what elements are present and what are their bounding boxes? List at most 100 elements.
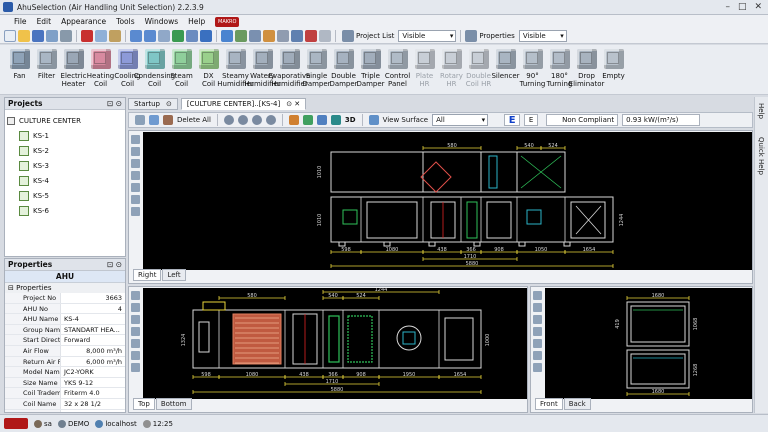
info-icon[interactable]: [319, 29, 331, 42]
property-value[interactable]: JC2-YORK: [61, 367, 125, 377]
pointer-icon[interactable]: [532, 291, 542, 300]
pan-icon[interactable]: [130, 147, 140, 156]
component-electric-heater-button[interactable]: Electric Heater: [60, 45, 87, 94]
panel-pin-icon[interactable]: ⊡ ⊙: [107, 259, 122, 270]
minimize-button[interactable]: –: [725, 2, 730, 12]
property-value[interactable]: YKS 9-12: [61, 378, 125, 388]
component-empty-button[interactable]: Empty: [600, 45, 627, 94]
new-icon[interactable]: [4, 29, 16, 42]
tree-item-ks-6[interactable]: KS-6: [5, 203, 125, 218]
reset-view-icon[interactable]: [130, 207, 140, 216]
component-rotary-hr-button[interactable]: Rotary HR: [438, 45, 465, 94]
view-tab-right[interactable]: Right: [133, 269, 162, 281]
properties-combo[interactable]: Visible: [518, 29, 567, 42]
chart-icon[interactable]: [263, 29, 275, 42]
tree-item-ks-1[interactable]: KS-1: [5, 128, 125, 143]
tree-item-ks-4[interactable]: KS-4: [5, 173, 125, 188]
pointer-icon[interactable]: [130, 135, 140, 144]
zoom-out-icon[interactable]: [130, 171, 140, 180]
paste-icon[interactable]: [109, 29, 121, 42]
component-heating-coil-button[interactable]: Heating Coil: [87, 45, 114, 94]
property-row[interactable]: Size Name YKS 9-12: [5, 377, 125, 389]
copy-icon[interactable]: [95, 29, 107, 42]
property-value[interactable]: 4: [61, 304, 125, 314]
rotate-right-icon[interactable]: [237, 115, 248, 125]
property-row[interactable]: Project No 3663: [5, 293, 125, 304]
property-row[interactable]: Coil Name 32 x 28 1/2: [5, 398, 125, 410]
property-row[interactable]: Start DirectioForward: [5, 335, 125, 346]
component-90-turning-button[interactable]: 90° Turning: [519, 45, 546, 94]
tree-item-ks-2[interactable]: KS-2: [5, 143, 125, 158]
export-icon[interactable]: [149, 115, 159, 125]
zoom-out-icon[interactable]: [130, 327, 140, 336]
property-row[interactable]: AHU No 4: [5, 303, 125, 315]
3d-button[interactable]: 3D: [345, 116, 356, 124]
property-row[interactable]: Coil TrademaFriterm 4.0: [5, 388, 125, 399]
report-icon[interactable]: [288, 115, 299, 125]
zoom-window-icon[interactable]: [532, 339, 542, 348]
help-tab[interactable]: Help: [757, 103, 765, 119]
view-tab-front[interactable]: Front: [535, 398, 563, 410]
side-view-canvas[interactable]: 580 540 524 1010 1010 1244 598 1080 438 366 908 105…: [143, 132, 752, 270]
zoom-extents-icon[interactable]: [130, 195, 140, 204]
property-row[interactable]: Return Air Fl 6,000 m³/h: [5, 356, 125, 368]
menu-file[interactable]: File: [14, 17, 27, 26]
component-silencer-button[interactable]: Silencer: [491, 45, 520, 94]
property-row[interactable]: Air Flow 8,000 m³/h: [5, 345, 125, 357]
component-condensing-coil-button[interactable]: Condensing Coil: [134, 45, 175, 94]
component-filter-button[interactable]: Filter: [33, 45, 60, 94]
property-value[interactable]: Friterm 4.0: [61, 388, 125, 398]
flip-icon[interactable]: [251, 115, 262, 125]
view-tab-back[interactable]: Back: [563, 398, 591, 410]
window-icon[interactable]: [291, 29, 303, 42]
menu-tools[interactable]: Tools: [116, 17, 134, 26]
component-evaporative-humidifier-button[interactable]: Evaporative Humidifier: [269, 45, 310, 94]
zoom-extents-icon[interactable]: [130, 351, 140, 360]
doc-tab-close-icon[interactable]: ⊙ ✕: [286, 99, 300, 109]
view-tab-bottom[interactable]: Bottom: [155, 398, 192, 410]
component-double-coil-hr-button[interactable]: Double Coil HR: [465, 45, 492, 94]
panel-pin-icon[interactable]: ⊡ ⊙: [107, 98, 122, 109]
maximize-button[interactable]: □: [738, 2, 747, 12]
zoom-in-icon[interactable]: [130, 159, 140, 168]
options-icon[interactable]: [277, 29, 289, 42]
exit-icon[interactable]: [305, 29, 317, 42]
property-value[interactable]: STANDART HEA...: [61, 325, 125, 335]
reset-view-icon[interactable]: [130, 363, 140, 372]
property-row[interactable]: AHU Name KS-4: [5, 314, 125, 325]
front-view-canvas[interactable]: 1680 1680 419 1068 1268: [545, 288, 752, 399]
report-icon[interactable]: [235, 29, 247, 42]
pan-icon[interactable]: [532, 303, 542, 312]
redo-icon[interactable]: [144, 29, 156, 42]
save-icon[interactable]: [32, 29, 44, 42]
reset-view-icon[interactable]: [532, 363, 542, 372]
drawing-icon[interactable]: [316, 115, 327, 125]
property-value[interactable]: KS-4: [61, 314, 125, 324]
view-surface-combo[interactable]: All: [432, 114, 489, 126]
menu-appearance[interactable]: Appearance: [61, 17, 106, 26]
component-double-damper-button[interactable]: Double Damper: [329, 45, 358, 94]
component-steam-coil-button[interactable]: Steam Coil: [168, 45, 195, 94]
plan-view-canvas[interactable]: 580 540 524 1244 1324 1000 598 1080 438 366 908 195…: [143, 287, 527, 399]
zoom-in-icon[interactable]: [130, 315, 140, 324]
zoom-out-icon[interactable]: [532, 327, 542, 336]
doc-tab-ahu-drawing[interactable]: [CULTURE CENTER]..[KS-4] ⊙ ✕: [180, 98, 307, 110]
property-value[interactable]: 32 x 28 1/2: [61, 399, 125, 409]
add-icon[interactable]: [172, 29, 184, 42]
open-icon[interactable]: [18, 29, 30, 42]
close-button[interactable]: ✕: [754, 2, 762, 12]
component-fan-button[interactable]: Fan: [6, 45, 33, 94]
quick-help-tab[interactable]: Quick Help: [757, 137, 765, 175]
property-value[interactable]: Forward: [61, 335, 125, 345]
doc-tab-startup[interactable]: Startup ⊙: [128, 98, 178, 110]
save-all-icon[interactable]: [46, 29, 58, 42]
component-plate-hr-button[interactable]: Plate HR: [411, 45, 438, 94]
refresh-icon[interactable]: [221, 29, 233, 42]
property-row[interactable]: Group Name STANDART HEA...: [5, 324, 125, 336]
component-drop-eliminator-button[interactable]: Drop Eliminator: [569, 45, 604, 94]
component-triple-damper-button[interactable]: Triple Damper: [356, 45, 385, 94]
property-value[interactable]: 3663: [61, 293, 125, 303]
delete-icon[interactable]: [81, 29, 93, 42]
menu-windows[interactable]: Windows: [145, 17, 178, 26]
zoom-extents-icon[interactable]: [532, 351, 542, 360]
